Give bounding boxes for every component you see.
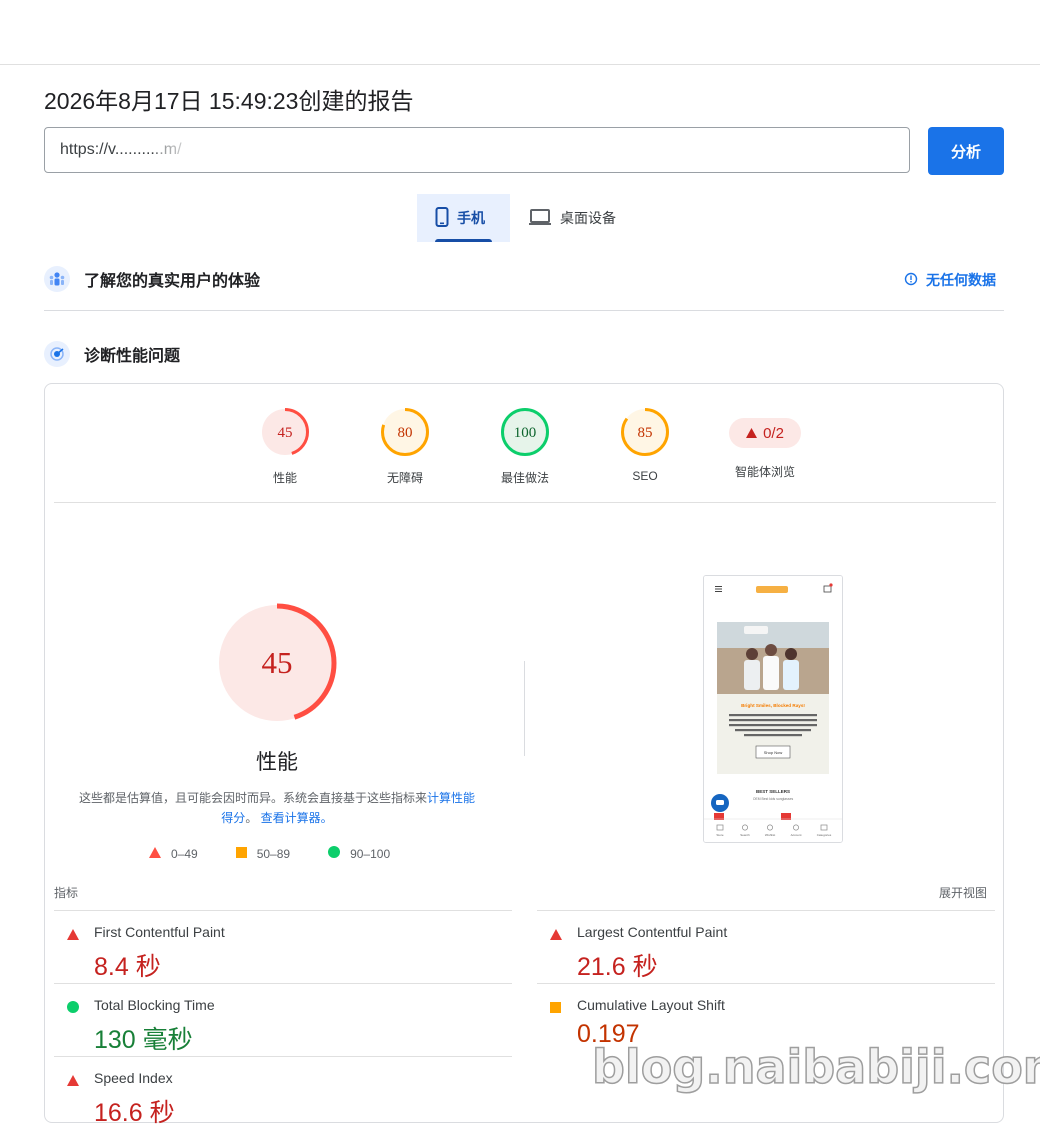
- score-label-agentic-browsing: 智能体浏览: [734, 465, 795, 479]
- watermark-text: blog.naibabiji.com: [591, 1039, 1040, 1095]
- tab-mobile-label: 手机: [457, 210, 485, 226]
- metric-value: 130 毫秒: [94, 1026, 193, 1054]
- pass-circle-icon: [67, 1000, 79, 1018]
- fail-triangle-icon: [67, 927, 79, 945]
- score-ring-best-practices: 100: [501, 408, 549, 456]
- url-field[interactable]: [44, 127, 910, 173]
- field-data-header: 了解您的真实用户的体验: [44, 266, 260, 292]
- square-icon: [235, 846, 247, 861]
- score-value-best-practices: 100: [514, 425, 537, 441]
- metric-tbt: Total Blocking Time 130 毫秒: [54, 983, 512, 1056]
- score-value-performance: 45: [278, 425, 293, 441]
- laptop-icon: [528, 208, 552, 229]
- nav-wishlist: Wishlist: [765, 833, 775, 837]
- score-ring-accessibility: 80: [381, 408, 429, 456]
- metric-fcp: First Contentful Paint 8.4 秒: [54, 910, 512, 983]
- view-calculator-link[interactable]: 查看计算器。: [261, 811, 333, 825]
- score-label-accessibility: 无障碍: [386, 471, 423, 485]
- legend-range-average: 50–89: [256, 846, 291, 861]
- score-label-performance: 性能: [272, 471, 297, 485]
- device-tabs: 手机 桌面设备: [417, 194, 634, 242]
- score-legend: 0–49 50–89 90–100: [149, 846, 390, 861]
- legend-item-average: 50–89: [235, 846, 291, 861]
- diagnostics-icon: [44, 341, 70, 367]
- average-square-icon: [550, 1000, 561, 1018]
- circle-icon: [328, 846, 341, 861]
- shop-now-label: Shop Now: [764, 750, 783, 755]
- score-gauge-seo[interactable]: 85 SEO: [595, 407, 695, 483]
- metric-value: 21.6 秒: [577, 953, 658, 981]
- score-value-accessibility: 80: [398, 425, 413, 441]
- nav-account: Account: [791, 833, 802, 837]
- diagnostics-title: 诊断性能问题: [84, 348, 181, 365]
- metric-lcp: Largest Contentful Paint 21.6 秒: [537, 910, 995, 983]
- vertical-divider: [524, 661, 525, 756]
- metric-value: 16.6 秒: [94, 1099, 175, 1127]
- metric-name: Total Blocking Time: [94, 997, 215, 1013]
- performance-title: 性能: [256, 751, 298, 774]
- hero-title: Bright Smiles, Blocked Rays!: [741, 703, 805, 708]
- site-logo: [756, 586, 788, 593]
- score-label-best-practices: 最佳做法: [500, 471, 549, 485]
- expand-view-link[interactable]: 展开视图: [939, 884, 987, 901]
- screenshot-mockup: Bright Smiles, Blocked Rays! Shop Now BE…: [704, 576, 842, 842]
- metric-name: Largest Contentful Paint: [577, 924, 728, 940]
- agent-score-badge: 0/2: [729, 418, 801, 448]
- performance-big-gauge: 45: [217, 603, 337, 723]
- performance-score-value: 45: [262, 645, 293, 680]
- score-value-seo: 85: [638, 425, 653, 441]
- metrics-label: 指标: [54, 886, 79, 900]
- no-data-link[interactable]: 无任何数据: [904, 270, 996, 290]
- metric-name: First Contentful Paint: [94, 924, 225, 940]
- legend-item-fail: 0–49: [149, 846, 198, 861]
- url-redaction: [157, 140, 297, 162]
- fail-triangle-icon: [550, 927, 562, 945]
- hamburger-icon: [715, 586, 722, 592]
- agent-score-value: 0/2: [763, 424, 784, 442]
- report-card: 45 性能 80 无障碍 100 最佳做法 85 SEO 0/2 智能体浏览 4…: [44, 383, 1004, 1127]
- smartphone-icon: [435, 206, 449, 230]
- tab-mobile[interactable]: 手机: [417, 194, 510, 242]
- legend-item-pass: 90–100: [328, 846, 390, 861]
- score-gauge-agentic-browsing[interactable]: 0/2 智能体浏览: [715, 407, 815, 480]
- best-sellers-title: BEST SELLERS: [756, 789, 790, 794]
- legend-range-fail: 0–49: [171, 846, 198, 861]
- triangle-icon: [149, 846, 161, 861]
- performance-note-text: 这些都是估算值，且可能会因时而异。系统会直接基于这些指标来: [78, 791, 427, 805]
- score-gauge-accessibility[interactable]: 80 无障碍: [355, 407, 455, 486]
- users-icon: [44, 266, 70, 292]
- metric-value: 8.4 秒: [94, 953, 161, 981]
- score-ring-performance: 45: [261, 408, 309, 456]
- metric-name: Speed Index: [94, 1070, 173, 1086]
- score-gauge-performance[interactable]: 45 性能: [235, 407, 335, 486]
- top-bar: [0, 0, 1040, 65]
- best-sellers-subtitle: OEM Best kids sunglasses: [753, 797, 794, 801]
- nav-store: Store: [716, 833, 724, 837]
- fail-triangle-icon: [746, 428, 758, 438]
- tab-desktop[interactable]: 桌面设备: [510, 194, 634, 242]
- metric-si: Speed Index 16.6 秒: [54, 1056, 512, 1129]
- fail-triangle-icon: [67, 1073, 79, 1091]
- nav-search: Search: [740, 833, 750, 837]
- gauges-divider: [54, 502, 996, 503]
- score-label-seo: SEO: [632, 469, 658, 483]
- metric-name: Cumulative Layout Shift: [577, 997, 725, 1013]
- page-screenshot-thumbnail[interactable]: Bright Smiles, Blocked Rays! Shop Now BE…: [703, 575, 843, 843]
- performance-note: 这些都是估算值，且可能会因时而异。系统会直接基于这些指标来计算性能得分。 查看计…: [77, 788, 477, 828]
- score-gauge-best-practices[interactable]: 100 最佳做法: [475, 407, 575, 486]
- report-timestamp-title: 2026年8月17日 15:49:23创建的报告: [44, 88, 414, 114]
- diagnostics-header: 诊断性能问题: [44, 341, 180, 367]
- no-data-label: 无任何数据: [926, 272, 996, 288]
- nav-categories: Categories: [817, 833, 832, 837]
- field-data-title: 了解您的真实用户的体验: [84, 273, 261, 290]
- tab-desktop-label: 桌面设备: [560, 210, 616, 226]
- analyze-button[interactable]: 分析: [928, 127, 1004, 175]
- note-separator: 。: [245, 811, 258, 825]
- chat-icon: [711, 794, 729, 812]
- info-icon: [904, 272, 918, 289]
- section-divider: [44, 310, 1004, 311]
- score-ring-seo: 85: [621, 408, 669, 456]
- legend-range-pass: 90–100: [350, 846, 391, 861]
